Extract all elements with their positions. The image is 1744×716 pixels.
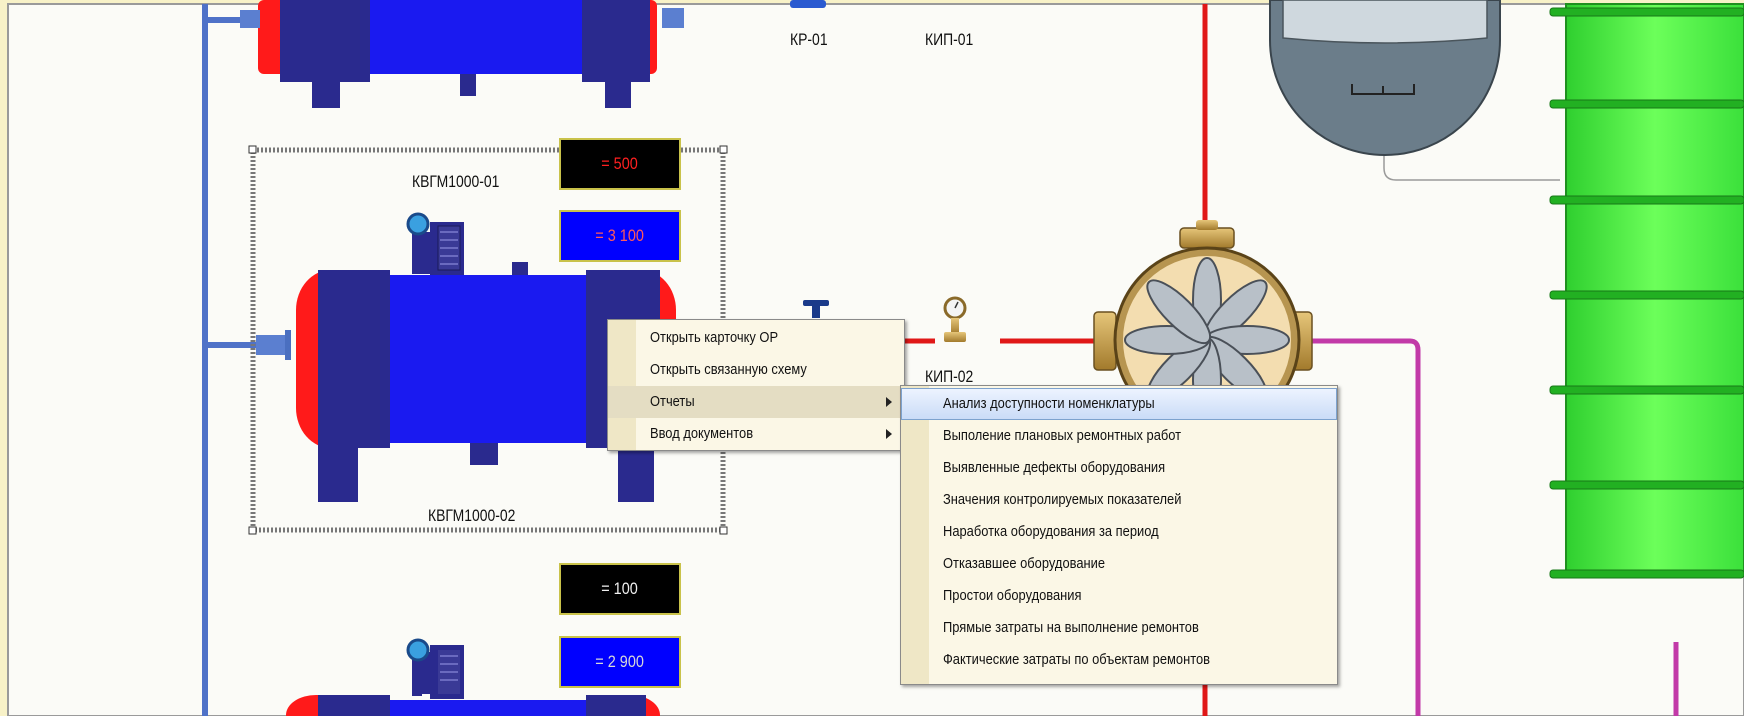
menu-item-open-card[interactable]: Открыть карточку ОР [608,322,904,354]
reports-submenu: Анализ доступности номенклатуры Выполени… [900,385,1338,685]
menu-item-downtime[interactable]: Простои оборудования [901,580,1337,612]
submenu-arrow-icon [886,397,892,407]
menu-item-reports[interactable]: Отчеты [608,386,904,418]
display-value-4: = 2 900 [559,636,681,688]
menu-item-planned-repairs[interactable]: Выполение плановых ремонтных работ [901,420,1337,452]
menu-item-open-scheme[interactable]: Открыть связанную схему [608,354,904,386]
menu-item-availability-analysis[interactable]: Анализ доступности номенклатуры [901,388,1337,420]
menu-item-direct-costs[interactable]: Прямые затраты на выполнение ремонтов [901,612,1337,644]
label-kip01: КИП-01 [925,30,974,49]
menu-item-actual-costs[interactable]: Фактические затраты по объектам ремонтов [901,644,1337,676]
display-value-3: = 100 [559,563,681,615]
menu-item-failed-equipment[interactable]: Отказавшее оборудование [901,548,1337,580]
menu-item-input-documents[interactable]: Ввод документов [608,418,904,450]
scheme-canvas[interactable]: КР-01 КИП-01 КИП-02 КВГМ1000-01 КВГМ1000… [0,0,1744,716]
menu-item-operating-hours[interactable]: Наработка оборудования за период [901,516,1337,548]
menu-item-indicator-values[interactable]: Значения контролируемых показателей [901,484,1337,516]
submenu-arrow-icon [886,429,892,439]
label-boiler2: КВГМ1000-02 [428,506,516,525]
display-value-1: = 500 [559,138,681,190]
label-kip02: КИП-02 [925,367,974,386]
label-boiler1: КВГМ1000-01 [412,172,500,191]
label-kr01: КР-01 [790,30,828,49]
menu-item-defects[interactable]: Выявленные дефекты оборудования [901,452,1337,484]
context-menu: Открыть карточку ОР Открыть связанную сх… [607,319,905,451]
display-value-2: = 3 100 [559,210,681,262]
valve-kr01[interactable] [790,0,826,8]
green-tank[interactable] [1549,3,1744,579]
